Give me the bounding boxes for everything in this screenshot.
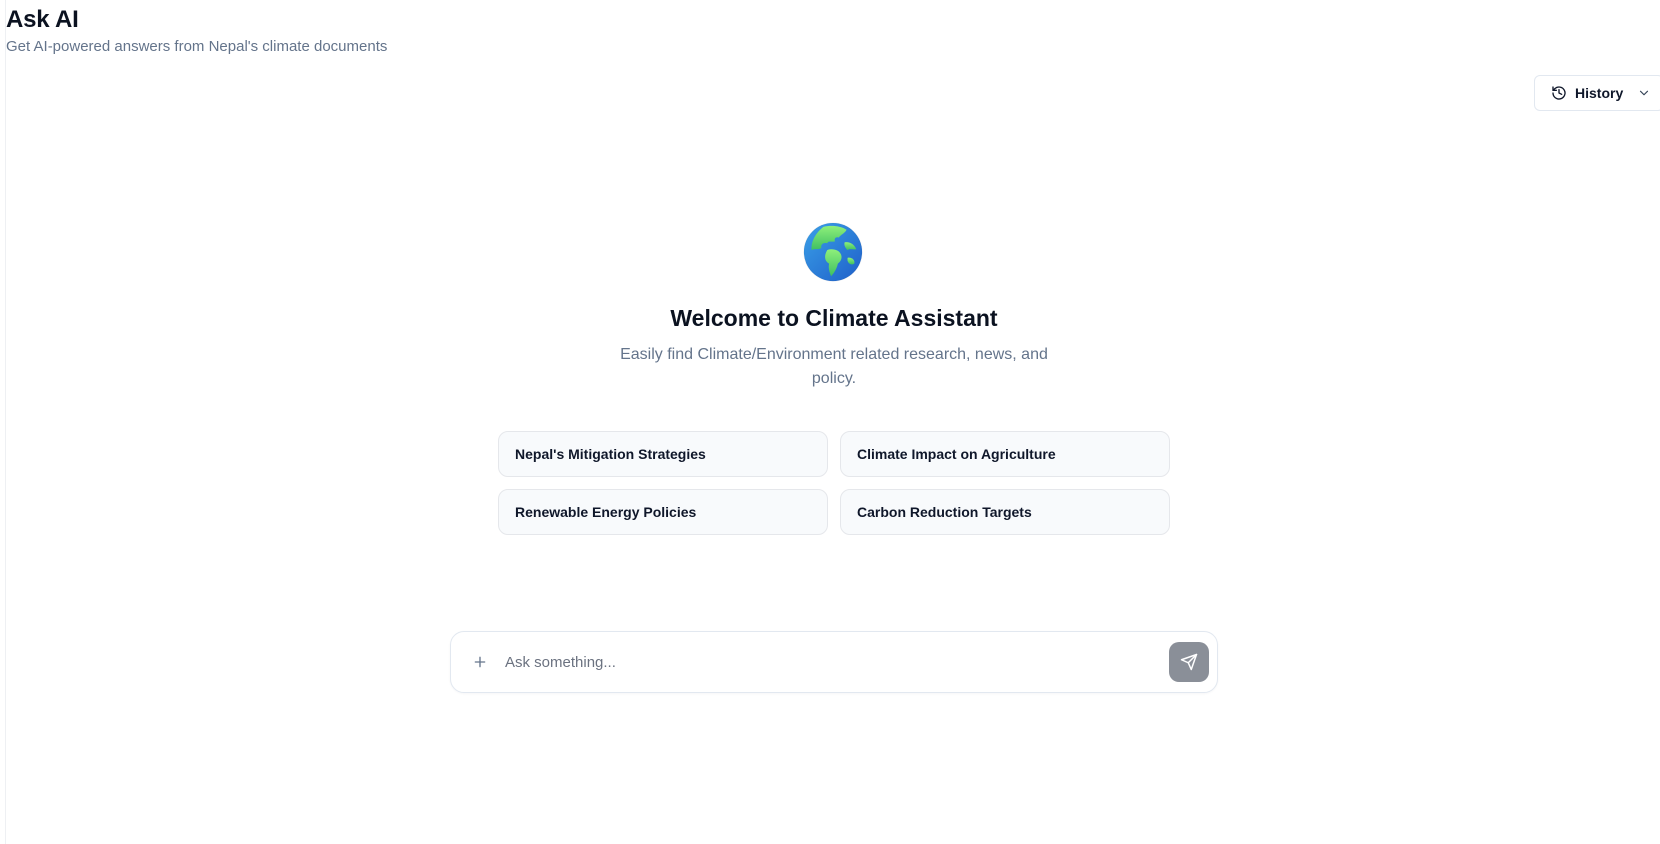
ask-input[interactable] xyxy=(505,642,1169,682)
suggestion-carbon-reduction-targets[interactable]: Carbon Reduction Targets xyxy=(840,489,1170,535)
suggestion-mitigation-strategies[interactable]: Nepal's Mitigation Strategies xyxy=(498,431,828,477)
send-icon xyxy=(1180,653,1198,671)
page-subtitle: Get AI-powered answers from Nepal's clim… xyxy=(6,38,388,55)
chat-composer xyxy=(450,631,1218,693)
globe-icon xyxy=(803,222,863,282)
suggestion-climate-impact-agriculture[interactable]: Climate Impact on Agriculture xyxy=(840,431,1170,477)
suggestion-grid: Nepal's Mitigation Strategies Climate Im… xyxy=(498,431,1170,535)
history-label: History xyxy=(1575,85,1624,101)
plus-icon xyxy=(474,656,486,668)
welcome-description: Easily find Climate/Environment related … xyxy=(620,346,1048,387)
page-title: Ask AI xyxy=(6,6,79,33)
send-button[interactable] xyxy=(1169,642,1209,682)
welcome-title: Welcome to Climate Assistant xyxy=(670,305,998,331)
history-icon xyxy=(1552,86,1566,100)
attach-button[interactable] xyxy=(465,647,495,677)
chevron-down-icon xyxy=(1640,90,1649,96)
history-button[interactable]: History xyxy=(1534,75,1660,111)
app-frame xyxy=(5,0,1660,844)
suggestion-renewable-energy-policies[interactable]: Renewable Energy Policies xyxy=(498,489,828,535)
